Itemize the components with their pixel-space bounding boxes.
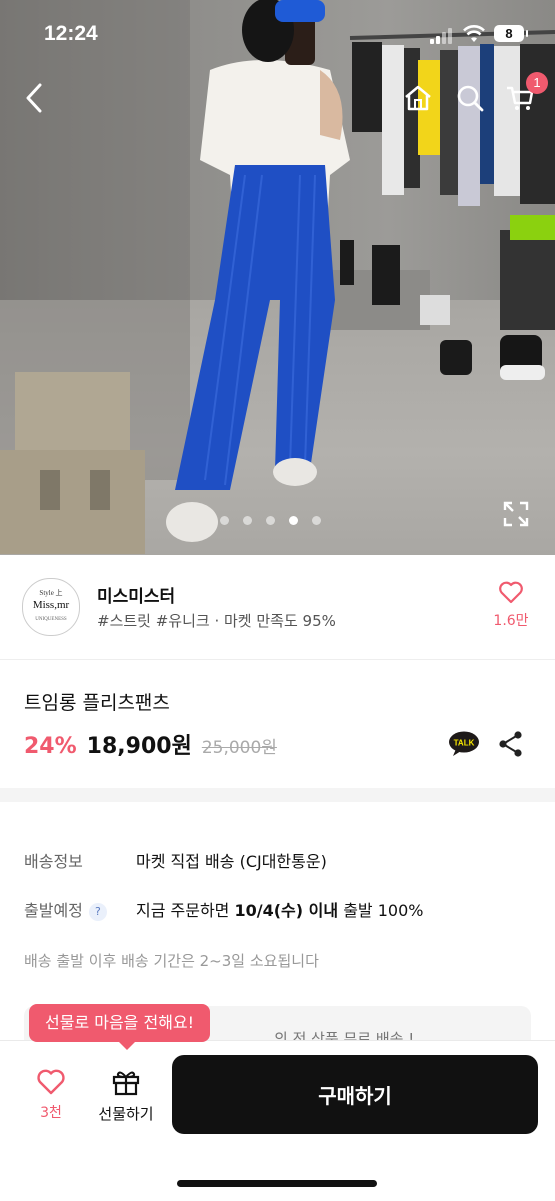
gift-icon (112, 1071, 140, 1096)
seller-section[interactable]: Style 上 Miss,mr UNIQUENESS 미스미스터 #스트릿 #유… (0, 556, 555, 660)
share-icon[interactable] (498, 730, 524, 758)
original-price: 25,000원 (201, 738, 277, 758)
like-button[interactable]: 3천 (28, 1068, 74, 1122)
back-button[interactable] (14, 78, 54, 118)
departure-label: 출발예정 (24, 901, 83, 920)
gallery-dot-active[interactable] (289, 516, 298, 525)
logo-line-3: UNIQUENESS (35, 617, 67, 622)
gift-label: 선물하기 (98, 1105, 154, 1123)
search-icon (457, 85, 484, 112)
heart-icon (499, 581, 523, 604)
price-row: 24% 18,900원 25,000원 (24, 728, 277, 760)
home-button[interactable] (398, 78, 438, 118)
search-button[interactable] (450, 78, 490, 118)
departure-date: 10/4(수) 이내 (234, 901, 339, 920)
product-image[interactable]: 12:24 8 1 (0, 0, 555, 555)
svg-text:TALK: TALK (454, 739, 475, 748)
chevron-left-icon (26, 83, 42, 113)
seller-tags: #스트릿 #유니크 · 마켓 만족도 95% (97, 612, 336, 630)
signal-icon (430, 28, 452, 44)
section-divider (0, 788, 555, 802)
logo-line-1: Style 上 (39, 589, 63, 597)
shipping-value: 마켓 직접 배송 (CJ대한통운) (136, 852, 327, 871)
gift-button[interactable]: 선물하기 (92, 1068, 160, 1124)
discount-rate: 24% (24, 734, 77, 759)
home-indicator (177, 1180, 377, 1187)
wifi-icon (463, 25, 485, 42)
seller-name[interactable]: 미스미스터 (97, 582, 175, 607)
battery-icon: 8 (494, 25, 528, 42)
product-name: 트임롱 플리츠팬츠 (24, 692, 170, 714)
kakao-talk-icon[interactable]: TALK (448, 731, 480, 757)
departure-prefix: 지금 주문하면 (136, 901, 235, 920)
buy-button[interactable]: 구매하기 (172, 1055, 538, 1134)
sale-price: 18,900원 (86, 734, 192, 759)
gallery-dot[interactable] (266, 516, 275, 525)
gift-tooltip: 선물로 마음을 전해요! (29, 1004, 211, 1050)
gallery-dot[interactable] (243, 516, 252, 525)
delivery-note: 배송 출발 이후 배송 기간은 2~3일 소요됩니다 (24, 952, 319, 970)
seller-like-button[interactable]: 1.6만 (484, 580, 538, 630)
product-info: 트임롱 플리츠팬츠 24% 18,900원 25,000원 (0, 660, 555, 788)
status-bar: 12:24 8 (0, 0, 555, 70)
gallery-pagination[interactable] (220, 516, 321, 525)
departure-label-row: 출발예정? (24, 897, 107, 921)
expand-icon[interactable] (502, 500, 530, 528)
seller-logo[interactable]: Style 上 Miss,mr UNIQUENESS (22, 578, 80, 636)
shipping-label: 배송정보 (24, 852, 83, 871)
departure-suffix: 출발 100% (338, 901, 424, 920)
like-count: 3천 (40, 1105, 62, 1121)
seller-like-count: 1.6만 (493, 613, 529, 629)
heart-icon (37, 1069, 65, 1095)
status-time: 12:24 (44, 22, 98, 45)
home-icon (405, 85, 431, 111)
departure-value: 지금 주문하면 10/4(수) 이내 출발 100% (136, 897, 423, 921)
gallery-dot[interactable] (312, 516, 321, 525)
help-icon[interactable]: ? (88, 902, 107, 921)
logo-line-2: Miss,mr (32, 599, 70, 611)
gallery-dot[interactable] (220, 516, 229, 525)
cart-count-badge: 1 (526, 72, 548, 94)
